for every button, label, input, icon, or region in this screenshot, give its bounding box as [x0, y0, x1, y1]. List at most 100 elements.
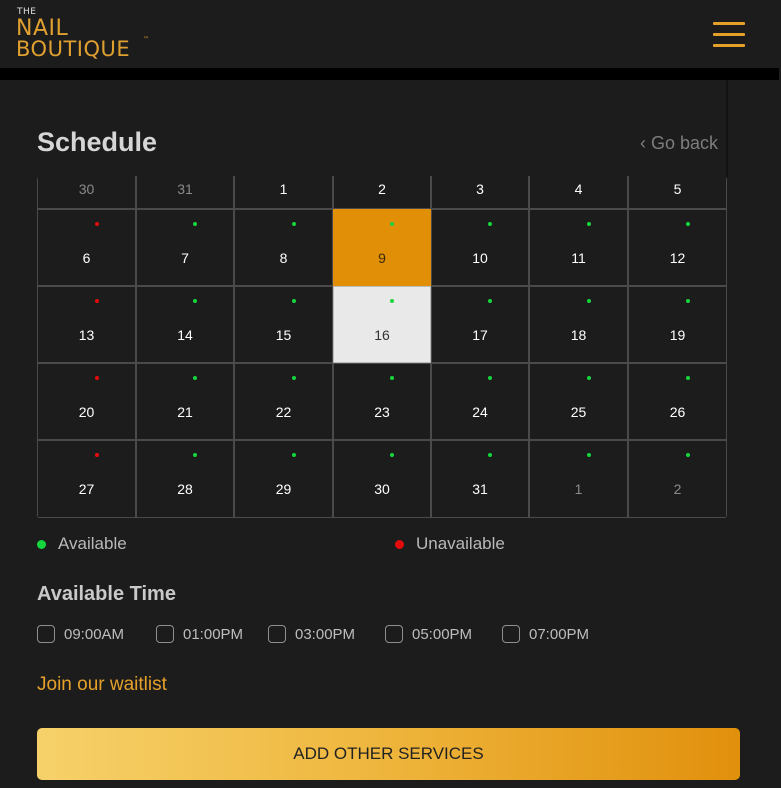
time-slot-checkbox[interactable]: 01:00PM	[156, 624, 266, 646]
calendar-day[interactable]: 14	[136, 286, 234, 363]
calendar-day-number: 29	[275, 481, 292, 497]
calendar-day[interactable]: 21	[136, 363, 234, 440]
checkbox-icon[interactable]	[502, 625, 520, 643]
calendar-day[interactable]: 7	[136, 209, 234, 286]
nail-boutique-logo[interactable]: THE NAIL BOUTIQUE ™	[16, 6, 156, 61]
time-slot-checkbox[interactable]: 07:00PM	[502, 624, 612, 646]
available-dot-icon	[193, 376, 197, 380]
calendar-day[interactable]: 17	[431, 286, 529, 363]
available-dot-icon	[488, 299, 492, 303]
time-slot-checkbox[interactable]: 05:00PM	[385, 624, 495, 646]
calendar-day[interactable]: 31	[431, 440, 529, 518]
available-dot-icon	[390, 299, 394, 303]
calendar-day-number: 1	[279, 181, 288, 197]
calendar-day[interactable]: 9	[333, 209, 431, 286]
available-dot-icon	[586, 222, 591, 226]
unavailable-dot-icon	[94, 376, 99, 380]
calendar-day[interactable]: 11	[529, 209, 628, 286]
calendar-day[interactable]: 28	[136, 440, 234, 518]
hamburger-icon[interactable]	[713, 22, 745, 48]
page-title: Schedule	[37, 127, 158, 157]
calendar-day[interactable]: 2	[628, 440, 727, 518]
add-other-services-button[interactable]: ADD OTHER SERVICES	[37, 728, 740, 780]
legend-available: Available	[58, 534, 127, 553]
available-dot-icon	[685, 222, 690, 226]
checkbox-icon[interactable]	[385, 625, 403, 643]
calendar-day-number: 24	[472, 404, 488, 420]
available-dot-icon	[390, 222, 394, 226]
time-slot-label: 09:00AM	[64, 626, 125, 643]
calendar-day[interactable]: 19	[628, 286, 727, 363]
calendar-day[interactable]: 8	[234, 209, 333, 286]
calendar-day[interactable]: 15	[234, 286, 333, 363]
calendar-day-number: 31	[472, 481, 488, 497]
calendar-day-number: 16	[374, 327, 390, 343]
available-dot-icon	[685, 299, 690, 303]
calendar-day-number: 21	[177, 404, 193, 420]
calendar-day[interactable]: 26	[628, 363, 727, 440]
calendar-day[interactable]: 13	[37, 286, 136, 363]
join-waitlist-link[interactable]: Join our waitlist	[37, 674, 167, 696]
header: THE NAIL BOUTIQUE ™	[0, 0, 781, 68]
time-slot-checkbox[interactable]: 09:00AM	[37, 624, 147, 646]
calendar-day[interactable]: 29	[234, 440, 333, 518]
calendar-day[interactable]: 18	[529, 286, 628, 363]
calendar-day[interactable]: 1	[529, 440, 628, 518]
checkbox-icon[interactable]	[37, 625, 55, 643]
logo-boutique: BOUTIQUE	[16, 37, 131, 61]
available-time-title: Available Time	[37, 583, 176, 605]
calendar-day[interactable]: 20	[37, 363, 136, 440]
calendar-day[interactable]: 4	[529, 176, 628, 209]
calendar-day-number: 5	[673, 181, 682, 197]
calendar-day[interactable]: 10	[431, 209, 529, 286]
available-dot-icon	[193, 299, 197, 303]
panel-edge	[726, 80, 728, 177]
calendar-day[interactable]: 1	[234, 176, 333, 209]
calendar-day[interactable]: 24	[431, 363, 529, 440]
calendar-day-number: 31	[177, 181, 193, 197]
calendar-day[interactable]: 25	[529, 363, 628, 440]
header-divider	[0, 68, 779, 80]
calendar-day[interactable]: 27	[37, 440, 136, 518]
time-slot-checkbox[interactable]: 03:00PM	[268, 624, 378, 646]
calendar-day-number: 15	[275, 327, 292, 343]
calendar-day[interactable]: 6	[37, 209, 136, 286]
calendar-day[interactable]: 12	[628, 209, 727, 286]
calendar-day-number: 30	[374, 481, 390, 497]
available-dot-icon	[291, 299, 296, 303]
calendar-day-number: 13	[78, 327, 95, 343]
available-dot-icon	[586, 376, 591, 380]
calendar-day-number: 30	[78, 181, 95, 197]
calendar-day-number: 12	[669, 250, 686, 266]
calendar-day[interactable]: 23	[333, 363, 431, 440]
available-dot-icon	[390, 376, 394, 380]
calendar-day-number: 20	[78, 404, 95, 420]
time-slot-label: 01:00PM	[183, 626, 244, 643]
calendar-day[interactable]: 2	[333, 176, 431, 209]
calendar-day[interactable]: 31	[136, 176, 234, 209]
calendar-day[interactable]: 3	[431, 176, 529, 209]
calendar-day[interactable]: 5	[628, 176, 727, 209]
calendar-day-number: 4	[574, 181, 583, 197]
available-dot-icon	[193, 453, 197, 457]
available-dot-icon	[291, 222, 296, 226]
checkbox-icon[interactable]	[268, 625, 286, 643]
calendar-day[interactable]: 30	[37, 176, 136, 209]
time-slot-label: 03:00PM	[295, 626, 356, 643]
available-dot-icon	[685, 453, 690, 457]
calendar-day-number: 19	[669, 327, 686, 343]
available-dot-icon	[291, 453, 296, 457]
calendar-day-number: 9	[378, 250, 386, 266]
calendar-day-number: 25	[570, 404, 587, 420]
available-dot-icon	[390, 453, 394, 457]
calendar-day-number: 11	[571, 250, 586, 266]
available-dot-icon	[488, 376, 492, 380]
checkbox-icon[interactable]	[156, 625, 174, 643]
calendar-day-number: 28	[177, 481, 193, 497]
go-back-link[interactable]: ‹ Go back	[640, 133, 718, 154]
available-dot-icon	[37, 540, 46, 549]
calendar-day[interactable]: 16	[333, 286, 431, 363]
calendar-day-number: 26	[669, 404, 686, 420]
calendar-day[interactable]: 22	[234, 363, 333, 440]
calendar-day[interactable]: 30	[333, 440, 431, 518]
